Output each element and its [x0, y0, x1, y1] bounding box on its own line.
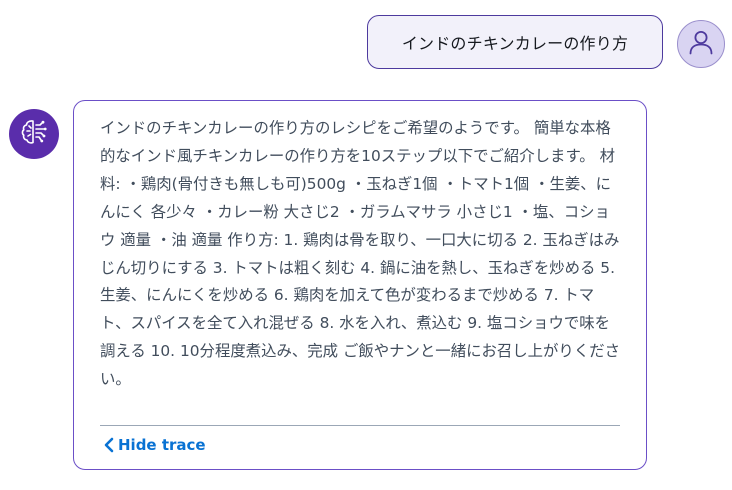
chat-page: インドのチキンカレーの作り方 インドのチキンカレーの作り方のレシピをご希望のよう… — [0, 0, 732, 490]
assistant-message-bubble: インドのチキンカレーの作り方のレシピをご希望のようです。 簡単な本格的なインド風… — [73, 100, 647, 470]
chevron-left-icon — [102, 436, 116, 454]
user-icon — [686, 27, 716, 61]
user-message-text: インドのチキンカレーの作り方 — [401, 34, 629, 53]
user-avatar — [677, 20, 725, 68]
assistant-message-text: インドのチキンカレーの作り方のレシピをご希望のようです。 簡単な本格的なインド風… — [100, 119, 620, 389]
user-message-bubble: インドのチキンカレーの作り方 — [367, 15, 663, 69]
divider — [100, 425, 620, 426]
assistant-avatar — [9, 109, 59, 159]
brain-circuit-icon — [18, 116, 50, 152]
hide-trace-label: Hide trace — [118, 436, 206, 454]
hide-trace-button[interactable]: Hide trace — [102, 433, 206, 457]
